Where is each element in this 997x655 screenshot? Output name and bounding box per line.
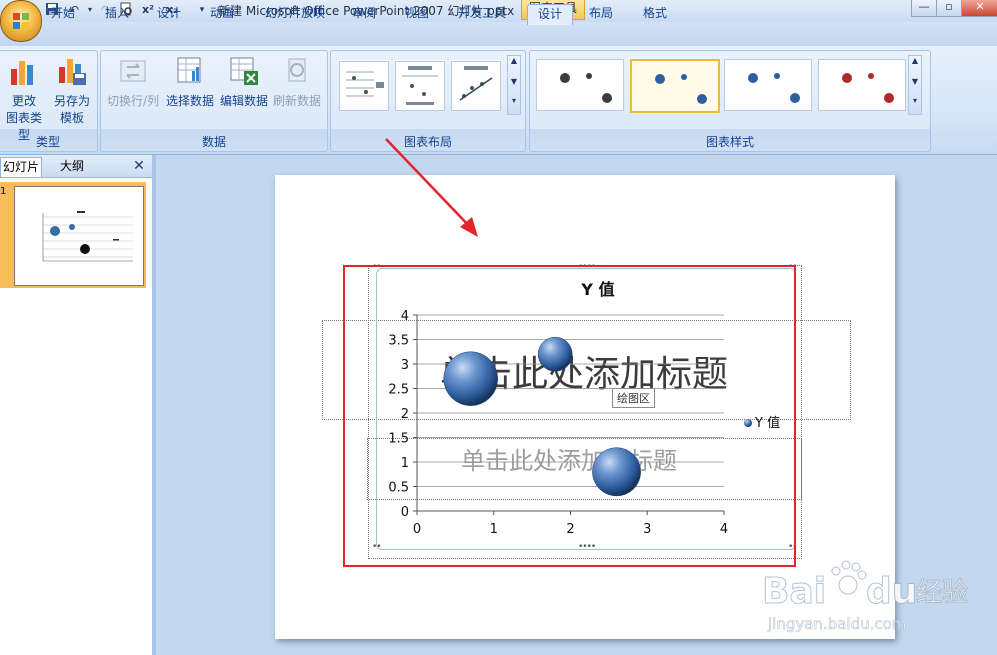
tab-developer[interactable]: 开发工具 — [452, 4, 512, 24]
type-group: 更改 图表类型 另存为 模板 类型 — [0, 50, 98, 152]
style-preview-marker — [560, 73, 570, 83]
edit-data-icon — [230, 57, 258, 85]
style-preview-marker — [586, 73, 592, 79]
watermark-cn: 经验 — [916, 578, 968, 608]
tab-slides[interactable]: 幻灯片 — [0, 157, 42, 177]
office-logo-icon — [13, 13, 29, 29]
save-template-icon — [59, 59, 86, 85]
scroll-down-icon[interactable]: ▼ — [508, 77, 520, 86]
data-group-label: 数据 — [201, 135, 226, 149]
style-preview-marker — [681, 74, 687, 80]
tab-slideshow[interactable]: 幻灯片放映 — [258, 4, 332, 24]
baidu-jingyan-watermark: Bai du 经验 jingyan.baidu.com — [762, 560, 969, 633]
ribbon-tab-row — [0, 22, 997, 46]
slide-thumbnail[interactable] — [14, 186, 144, 286]
watermark-brand-2: du — [866, 571, 917, 612]
style-preview-marker — [884, 93, 894, 103]
tab-design[interactable]: 设计 — [150, 4, 188, 24]
chart-style-preview — [842, 73, 894, 103]
plot-area-tooltip: 绘图区 — [612, 388, 655, 408]
office-button[interactable] — [0, 0, 42, 42]
chart-style-group: ▲ ▼ ▾ 图表样式 — [529, 50, 931, 152]
select-data-button[interactable]: 选择数据 — [163, 55, 217, 109]
red-highlight-box — [343, 265, 796, 567]
style-preview-marker — [790, 93, 800, 103]
tab-insert[interactable]: 插入 — [98, 4, 136, 24]
chart-style-preview — [748, 73, 800, 103]
switch-row-col-button[interactable]: 切换行/列 — [105, 55, 161, 109]
chart-style-preview — [655, 74, 707, 104]
slide-thumbnail-preview — [42, 211, 133, 262]
style-preview-marker — [868, 73, 874, 79]
save-template-label-2: 模板 — [59, 111, 84, 125]
refresh-data-label: 刷新数据 — [272, 94, 321, 108]
pane-splitter[interactable] — [152, 155, 156, 655]
chart-style-preview — [560, 73, 612, 103]
tab-review[interactable]: 审阅 — [345, 4, 383, 24]
switch-row-col-label: 切换行/列 — [106, 94, 160, 108]
switch-row-col-icon — [120, 60, 146, 82]
type-group-label: 类型 — [35, 135, 60, 149]
refresh-data-icon — [288, 58, 306, 82]
undo-dropdown-icon[interactable]: ▾ — [82, 2, 98, 18]
chart-style-group-label: 图表样式 — [705, 135, 754, 149]
style-preview-marker — [697, 94, 707, 104]
select-data-label: 选择数据 — [165, 94, 214, 108]
layout-1-icon — [346, 71, 384, 97]
style-gallery-more-icon[interactable]: ▾ — [909, 96, 921, 105]
close-pane-icon[interactable]: ✕ — [131, 158, 147, 174]
layout-option-2[interactable] — [395, 61, 445, 111]
chart-style-gallery — [536, 59, 906, 115]
tab-chart-layout[interactable]: 布局 — [582, 4, 620, 24]
gallery-more-icon[interactable]: ▾ — [508, 96, 520, 105]
data-group: 切换行/列 选择数据 编辑数据 刷新数据 数据 — [100, 50, 328, 152]
layout-gallery-scroll[interactable]: ▲ ▼ ▾ — [507, 55, 521, 115]
edit-data-button[interactable]: 编辑数据 — [217, 55, 271, 109]
layout-option-3[interactable] — [451, 61, 501, 111]
style-scroll-down-icon[interactable]: ▼ — [909, 77, 921, 86]
tab-home[interactable]: 开始 — [44, 4, 82, 24]
tab-view[interactable]: 视图 — [398, 4, 436, 24]
style-scroll-up-icon[interactable]: ▲ — [909, 56, 921, 65]
change-type-label-1: 更改 — [11, 94, 36, 108]
layout-2-icon — [402, 66, 438, 105]
close-window-button[interactable]: ✕ — [961, 0, 997, 17]
select-data-icon — [177, 57, 201, 83]
chart-style-option-4[interactable] — [818, 59, 906, 111]
save-template-label-1: 另存为 — [53, 94, 90, 108]
tab-outline[interactable]: 大纲 — [44, 157, 100, 176]
chart-style-option-3[interactable] — [724, 59, 812, 111]
chart-style-option-2[interactable] — [630, 59, 720, 113]
save-as-template-button[interactable]: 另存为 模板 — [49, 55, 95, 126]
tab-animation[interactable]: 动画 — [203, 4, 241, 24]
style-preview-marker — [748, 73, 758, 83]
chart-style-option-1[interactable] — [536, 59, 624, 111]
watermark-brand: Bai — [762, 571, 826, 612]
style-preview-marker — [774, 73, 780, 79]
change-chart-type-button[interactable]: 更改 图表类型 — [1, 55, 47, 143]
layout-option-1[interactable] — [339, 61, 389, 111]
minimize-button[interactable]: — — [911, 0, 937, 17]
layout-3-icon — [459, 66, 493, 101]
style-preview-marker — [602, 93, 612, 103]
maximize-button[interactable]: ▫ — [936, 0, 962, 17]
tab-chart-format[interactable]: 格式 — [636, 4, 674, 24]
style-preview-marker — [842, 73, 852, 83]
red-arrow-annotation — [385, 138, 478, 237]
chart-type-icon — [11, 61, 33, 85]
tab-chart-design[interactable]: 设计 — [527, 4, 573, 25]
watermark-url: jingyan.baidu.com — [767, 615, 906, 633]
paw-icon — [831, 560, 867, 595]
style-gallery-scroll[interactable]: ▲ ▼ ▾ — [908, 55, 922, 115]
scroll-up-icon[interactable]: ▲ — [508, 56, 520, 65]
style-preview-marker — [655, 74, 665, 84]
edit-data-label: 编辑数据 — [219, 94, 268, 108]
slide-number: 1 — [0, 186, 7, 197]
refresh-data-button[interactable]: 刷新数据 — [269, 55, 325, 109]
